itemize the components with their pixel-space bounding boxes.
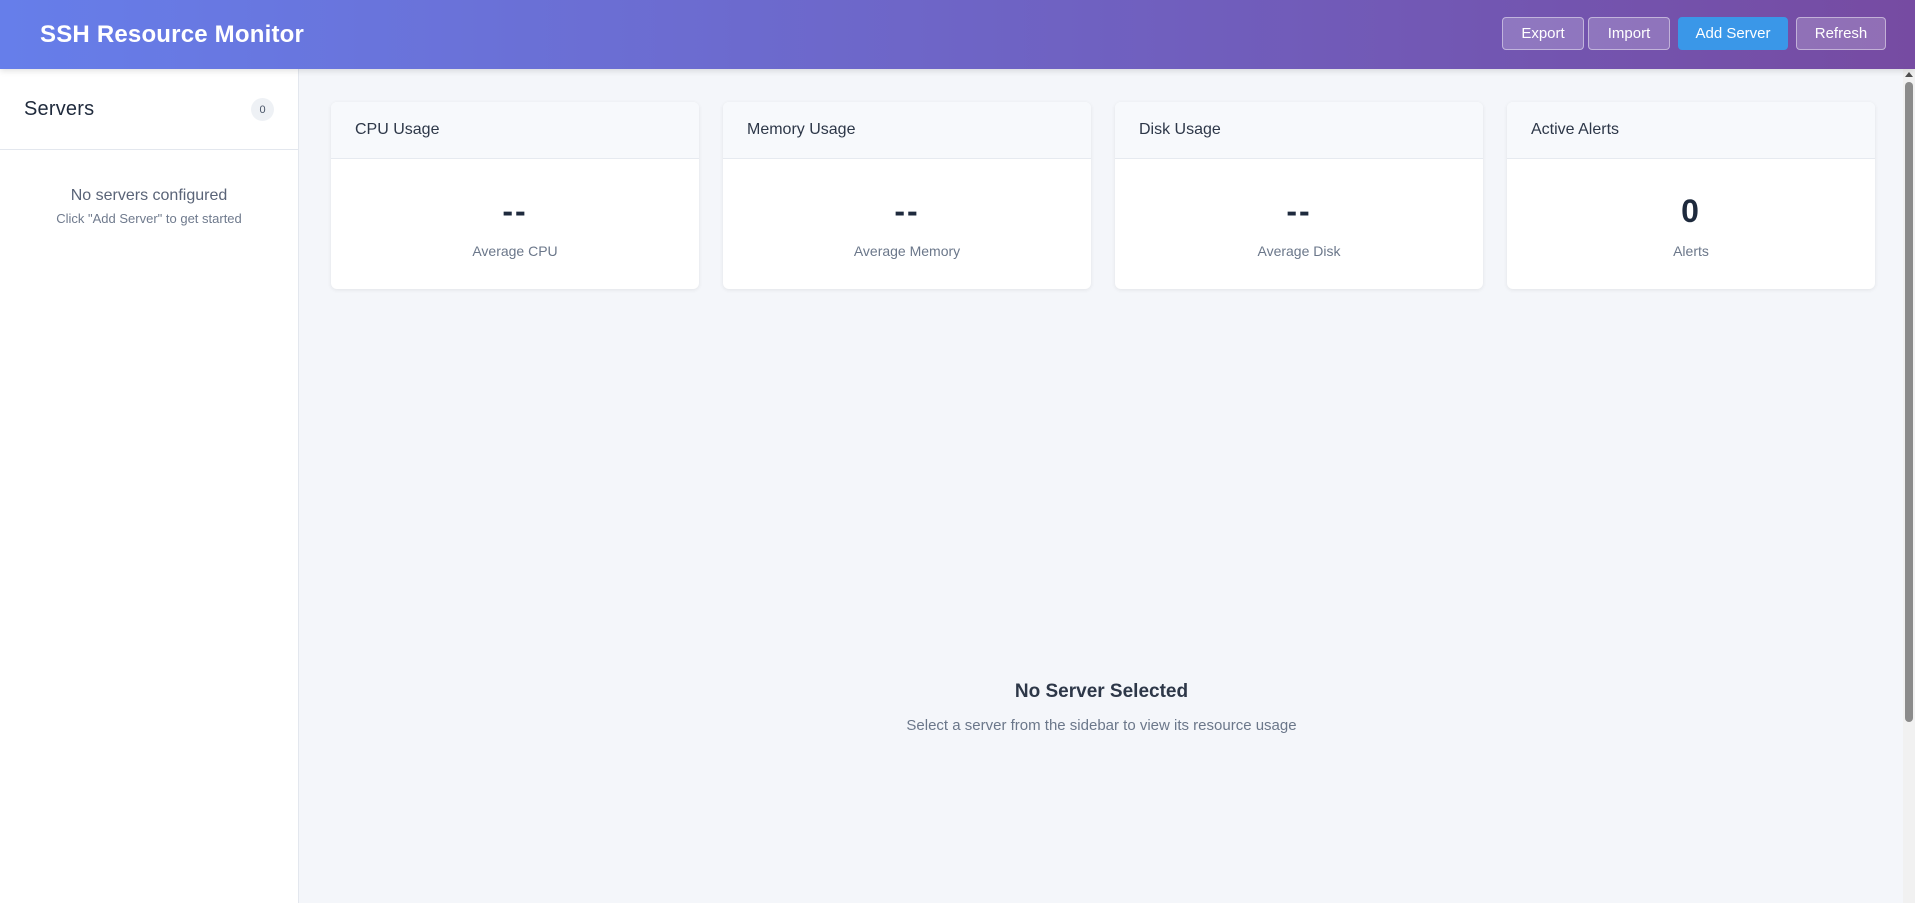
placeholder-title: No Server Selected <box>1014 681 1189 702</box>
header-actions: Export Import Add Server Refresh <box>1502 17 1886 50</box>
server-count-badge: 0 <box>251 98 274 121</box>
empty-servers-title: No servers configured <box>70 187 228 204</box>
app-header: SSH Resource Monitor Export Import Add S… <box>0 0 1915 69</box>
card-subtitle: Average Memory <box>853 243 961 259</box>
card-value: -- <box>1286 193 1312 229</box>
card-title: Disk Usage <box>1115 102 1483 159</box>
sidebar-title: Servers <box>24 97 95 120</box>
export-button[interactable]: Export <box>1502 17 1584 50</box>
main-scrollbar[interactable] <box>1903 69 1915 903</box>
card-title: Active Alerts <box>1507 102 1875 159</box>
disk-usage-card: Disk Usage -- Average Disk <box>1115 102 1483 289</box>
no-server-selected-placeholder: No Server Selected Select a server from … <box>300 681 1903 734</box>
card-title: CPU Usage <box>331 102 699 159</box>
app-window: SSH Resource Monitor Export Import Add S… <box>0 0 1915 903</box>
card-body: -- Average Memory <box>723 159 1091 259</box>
card-value: -- <box>894 193 920 229</box>
card-value: -- <box>502 193 528 229</box>
scroll-thumb[interactable] <box>1905 82 1913 722</box>
import-button[interactable]: Import <box>1588 17 1670 50</box>
cpu-usage-card: CPU Usage -- Average CPU <box>331 102 699 289</box>
app-title: SSH Resource Monitor <box>40 20 305 48</box>
card-value: 0 <box>1681 193 1701 229</box>
card-subtitle: Average Disk <box>1257 243 1341 259</box>
card-subtitle: Average CPU <box>472 243 558 259</box>
empty-servers-hint: Click "Add Server" to get started <box>56 211 242 226</box>
scroll-up-arrow-icon[interactable] <box>1905 72 1913 77</box>
card-body: -- Average CPU <box>331 159 699 259</box>
add-server-button[interactable]: Add Server <box>1678 17 1788 50</box>
sidebar-header: Servers 0 <box>0 69 298 150</box>
card-subtitle: Alerts <box>1673 243 1709 259</box>
servers-sidebar: Servers 0 No servers configured Click "A… <box>0 69 299 903</box>
active-alerts-card: Active Alerts 0 Alerts <box>1507 102 1875 289</box>
main-content: CPU Usage -- Average CPU Memory Usage --… <box>300 69 1903 903</box>
summary-cards: CPU Usage -- Average CPU Memory Usage --… <box>331 102 1875 289</box>
refresh-button[interactable]: Refresh <box>1796 17 1886 50</box>
card-body: -- Average Disk <box>1115 159 1483 259</box>
memory-usage-card: Memory Usage -- Average Memory <box>723 102 1091 289</box>
card-title: Memory Usage <box>723 102 1091 159</box>
placeholder-subtitle: Select a server from the sidebar to view… <box>906 717 1297 734</box>
sidebar-empty-state: No servers configured Click "Add Server"… <box>0 150 298 226</box>
card-body: 0 Alerts <box>1507 159 1875 259</box>
